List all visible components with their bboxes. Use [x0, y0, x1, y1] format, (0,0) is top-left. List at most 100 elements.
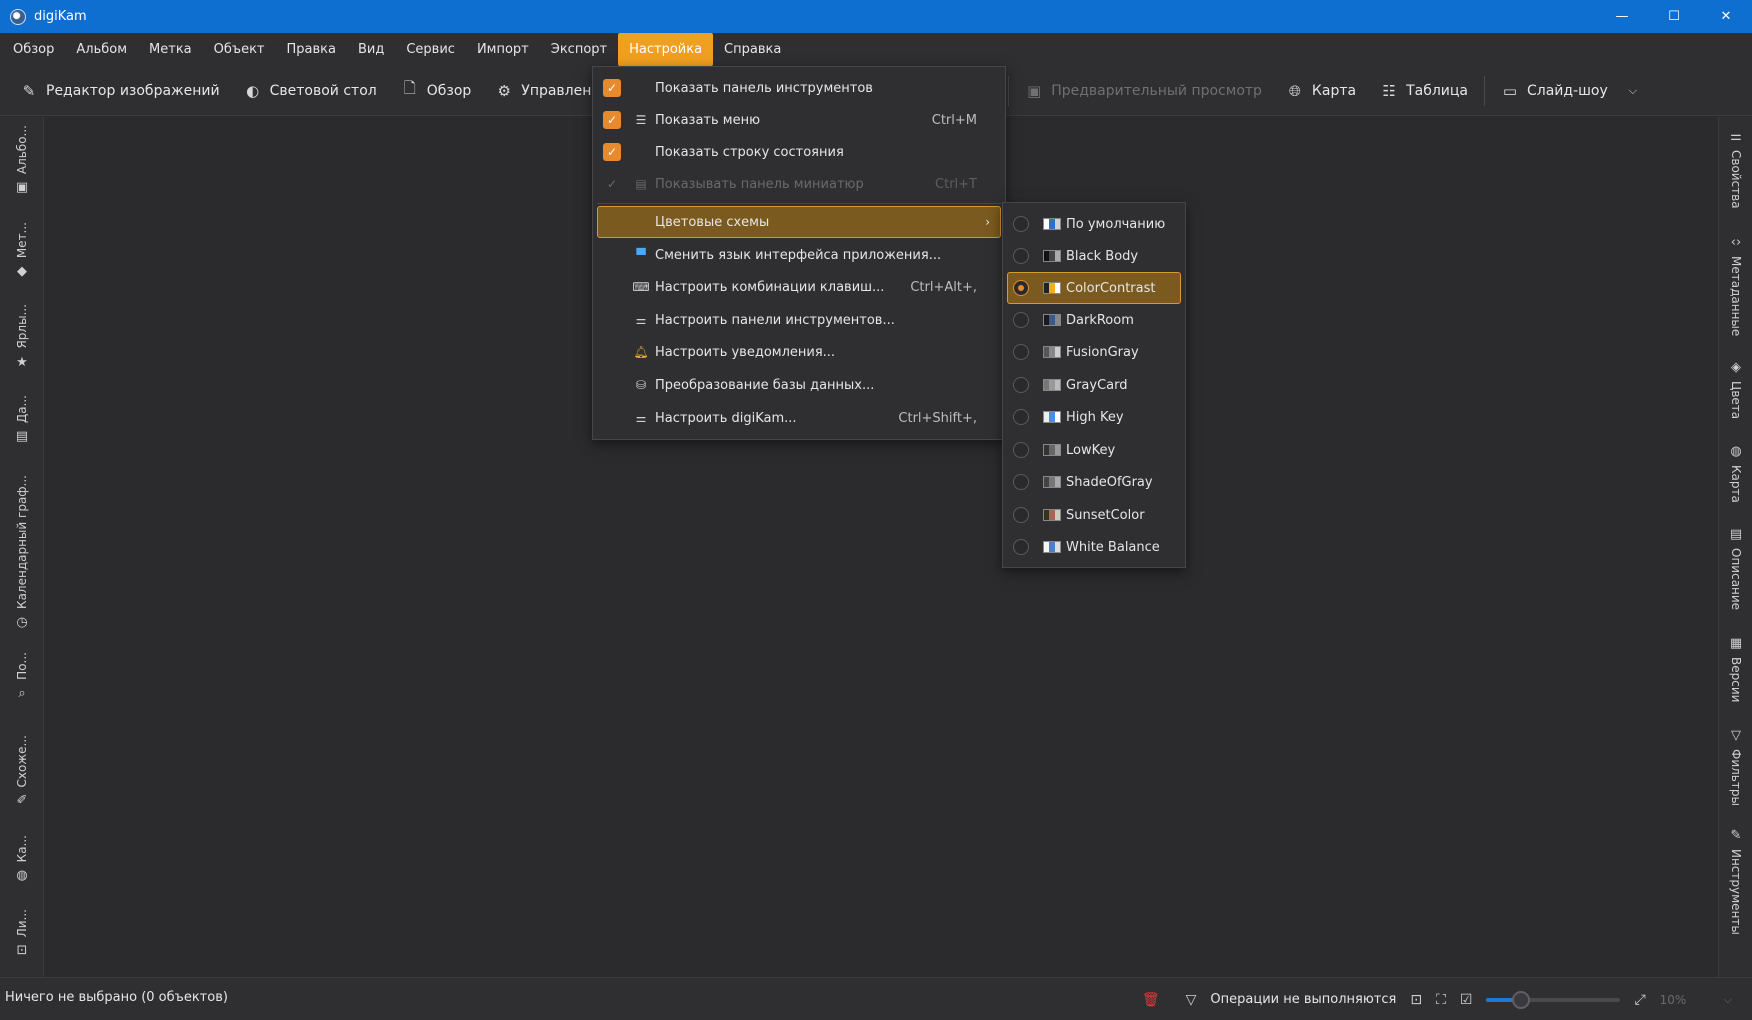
menu-show-menu[interactable]: ✓ ☰ Показать меню Ctrl+M — [593, 104, 1005, 136]
right-tab-map[interactable]: ◍ Карта — [1719, 444, 1752, 503]
right-tab-label: Описание — [1729, 548, 1743, 611]
globe-icon: 🌐︎ — [1288, 81, 1301, 100]
left-tab-timeline[interactable]: Календарный граф... ◷ — [0, 475, 44, 630]
zoom-slider[interactable] — [1486, 990, 1621, 1009]
scheme-label: GrayCard — [1066, 377, 1128, 393]
left-tab-tags[interactable]: Мет... ◆ — [0, 222, 44, 279]
menu-item[interactable]: Объект — [203, 33, 276, 66]
menu-color-schemes[interactable]: Цветовые схемы › — [597, 206, 1001, 238]
menu-configure-toolbars[interactable]: ⚌ Настроить панели инструментов... — [593, 304, 1005, 336]
menu-show-statusbar[interactable]: ✓ Показать строку состояния — [593, 136, 1005, 168]
zoom-check-icon[interactable]: ☑ — [1460, 992, 1473, 1008]
menu-show-thumbbar[interactable]: ✓ ▤ Показывать панель миниатюр Ctrl+T — [593, 168, 1005, 200]
right-tab-label: Карта — [1729, 465, 1743, 503]
image-editor-button[interactable]: ✎ Редактор изображений — [8, 73, 232, 109]
checkmark-icon: ✓ — [606, 177, 618, 191]
settings-sliders-icon: ⚌ — [635, 411, 647, 425]
scheme-lowkey[interactable]: LowKey — [1003, 434, 1185, 466]
scheme-graycard[interactable]: GrayCard — [1003, 369, 1185, 401]
scheme-white-balance[interactable]: White Balance — [1003, 531, 1185, 563]
menu-export[interactable]: Экспорт — [540, 33, 618, 66]
left-tab-albums[interactable]: Альбо... ▣ — [0, 125, 44, 195]
maximize-button[interactable]: ☐ — [1648, 0, 1700, 33]
scheme-shadeofgray[interactable]: ShadeOfGray — [1003, 466, 1185, 498]
left-tab-label: Схоже... — [15, 735, 29, 788]
menu-import[interactable]: Импорт — [466, 33, 540, 66]
scheme-label: SunsetColor — [1066, 507, 1145, 523]
settings-menu: ✓ Показать панель инструментов ✓ ☰ Показ… — [592, 66, 1006, 440]
scheme-high-key[interactable]: High Key — [1003, 401, 1185, 433]
zoom-fit-icon[interactable]: ⊡ — [1410, 992, 1422, 1008]
menu-tag[interactable]: Метка — [138, 33, 203, 66]
zoom-expand-icon[interactable]: ⤢ — [1634, 992, 1645, 1008]
trash-icon[interactable]: 🗑︎ — [1142, 992, 1160, 1008]
menu-settings[interactable]: Настройка — [618, 33, 714, 66]
left-tab-labels[interactable]: Ярлы... ★ — [0, 304, 44, 370]
left-tab-label: Ли... — [15, 909, 29, 938]
preview-label: Предварительный просмотр — [1051, 82, 1262, 99]
menu-list-icon: ☰ — [635, 113, 647, 127]
menu-shortcut: Ctrl+T — [935, 176, 977, 192]
globe-icon: ◍ — [1730, 444, 1742, 459]
browse-button[interactable]: 🗋 Обзор — [389, 73, 484, 109]
menu-help[interactable]: Справка — [713, 33, 792, 66]
right-tab-description[interactable]: ▤ Описание — [1719, 527, 1752, 610]
scheme-preview-icon — [1043, 476, 1061, 488]
menu-edit[interactable]: Правка — [276, 33, 347, 66]
menu-show-toolbar[interactable]: ✓ Показать панель инструментов — [593, 72, 1005, 104]
menu-tools[interactable]: Сервис — [395, 33, 466, 66]
scheme-preview-icon — [1043, 379, 1061, 391]
scheme-fusiongray[interactable]: FusionGray — [1003, 336, 1185, 368]
preview-button[interactable]: ▣ Предварительный просмотр — [1013, 73, 1274, 109]
zoom-frame-icon[interactable]: ⛶ — [1436, 992, 1446, 1008]
menu-database-migration[interactable]: ⛁ Преобразование базы данных... — [593, 369, 1005, 401]
filter-icon[interactable]: ▽ — [1186, 992, 1197, 1008]
right-tab-filters[interactable]: ▽ Фильтры — [1719, 728, 1752, 806]
left-tab-dates[interactable]: Да... ▤ — [0, 395, 44, 444]
right-sidebar: ⚌ Свойства ‹› Метаданные ◈ Цвета ◍ Карта… — [1718, 117, 1752, 977]
zoom-slider-handle[interactable] — [1512, 990, 1531, 1009]
slideshow-dropdown-button[interactable]: ⌵ — [1620, 73, 1646, 109]
close-button[interactable]: ✕ — [1700, 0, 1752, 33]
map-button[interactable]: 🌐︎ Карта — [1274, 73, 1368, 109]
chevron-down-icon[interactable]: ⌵ — [1724, 993, 1732, 1007]
scheme-default[interactable]: По умолчанию — [1003, 208, 1185, 240]
menu-separator — [597, 203, 1001, 204]
maximize-icon: ☐ — [1668, 9, 1680, 24]
checkbox-checked-icon: ✓ — [603, 143, 621, 161]
radio-icon — [1013, 248, 1029, 264]
paint-icon: ◈ — [1731, 360, 1741, 375]
slideshow-button[interactable]: ▭ Слайд-шоу — [1489, 73, 1620, 109]
table-button[interactable]: ☷ Таблица — [1368, 73, 1480, 109]
left-tab-similar[interactable]: Схоже... ✐ — [0, 735, 44, 808]
left-tab-people[interactable]: Ли... ⊡ — [0, 909, 44, 958]
right-tab-metadata[interactable]: ‹› Метаданные — [1719, 235, 1752, 336]
menu-album[interactable]: Альбом — [65, 33, 138, 66]
menu-configure-notifications[interactable]: 🔔︎ Настроить уведомления... — [593, 336, 1005, 368]
scheme-darkroom[interactable]: DarkRoom — [1003, 304, 1185, 336]
light-table-label: Световой стол — [269, 82, 377, 99]
radio-icon — [1013, 312, 1029, 328]
right-tab-colors[interactable]: ◈ Цвета — [1719, 360, 1752, 419]
menu-browse[interactable]: Обзор — [2, 33, 65, 66]
right-tab-tools[interactable]: ✎ Инструменты — [1719, 828, 1752, 935]
scheme-colorcontrast[interactable]: ColorContrast — [1007, 272, 1181, 304]
left-tab-map[interactable]: Ка... ◍ — [0, 835, 44, 883]
menu-configure-digikam[interactable]: ⚌ Настроить digiKam... Ctrl+Shift+, — [593, 402, 1005, 434]
image-icon: ▣ — [1027, 81, 1042, 100]
code-icon: ‹› — [1730, 235, 1742, 250]
menu-label: Преобразование базы данных... — [655, 377, 875, 393]
right-tab-label: Цвета — [1729, 381, 1743, 420]
right-tab-versions[interactable]: ▦ Версии — [1719, 636, 1752, 702]
light-table-button[interactable]: ◐ Световой стол — [232, 73, 389, 109]
minimize-button[interactable]: — — [1596, 0, 1648, 33]
scheme-sunsetcolor[interactable]: SunsetColor — [1003, 499, 1185, 531]
menu-change-language[interactable]: ▀ Сменить язык интерфейса приложения... — [593, 239, 1005, 271]
chevron-down-icon: ⌵ — [1628, 83, 1637, 97]
left-tab-search[interactable]: По... ⌕ — [0, 652, 44, 701]
scheme-black-body[interactable]: Black Body — [1003, 240, 1185, 272]
menu-configure-shortcuts[interactable]: ⌨ Настроить комбинации клавиш... Ctrl+Al… — [593, 271, 1005, 303]
right-tab-properties[interactable]: ⚌ Свойства — [1719, 129, 1752, 209]
menu-view[interactable]: Вид — [347, 33, 395, 66]
menu-label: Настроить digiKam... — [655, 410, 797, 426]
